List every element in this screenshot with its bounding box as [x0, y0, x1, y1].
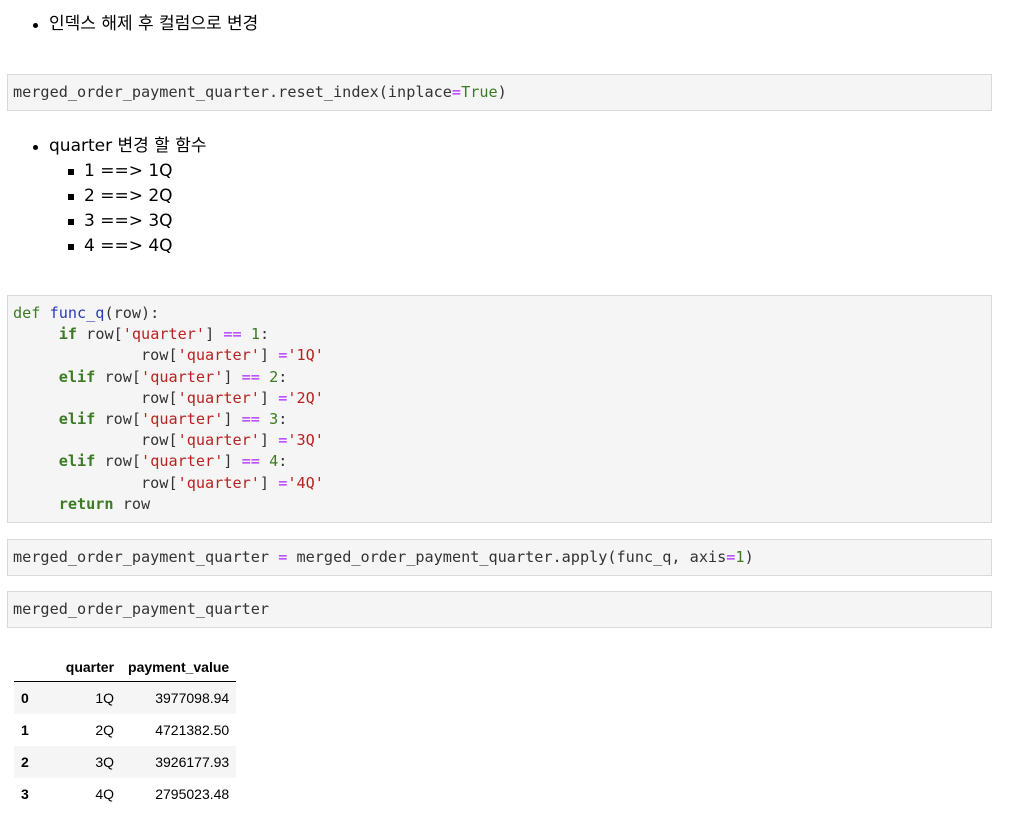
- code-cell-display[interactable]: merged_order_payment_quarter: [7, 591, 992, 629]
- index-header: [14, 653, 59, 682]
- markdown-bullet: 인덱스 해제 후 컬럼으로 변경: [0, 12, 258, 37]
- payment-value-cell: 3977098.94: [155, 690, 230, 706]
- code-line[interactable]: merged_order_payment_quarter.reset_index…: [8, 75, 991, 110]
- markdown-sub-item: 4 ==> 4Q: [0, 234, 207, 259]
- table-row: 0 1Q 3977098.94: [14, 681, 237, 714]
- table-row: 3 4Q 2795023.48: [14, 778, 236, 810]
- code-cell-reset-index[interactable]: merged_order_payment_quarter.reset_index…: [7, 74, 992, 112]
- payment-value-cell: 3926177.93: [155, 754, 230, 770]
- table-header-row: quarter payment_value: [14, 653, 237, 682]
- markdown-sub-item: 3 ==> 3Q: [0, 209, 207, 234]
- markdown-bullet: quarter 변경 할 함수: [0, 134, 207, 159]
- table-row: 2 3Q 3926177.93: [14, 746, 237, 778]
- quarter-cell: 3Q: [95, 754, 115, 770]
- column-header: payment_value: [121, 653, 237, 682]
- code-cell-func-q[interactable]: def func_q(row): if row['quarter'] == 1:…: [7, 295, 992, 524]
- row-index: 1: [21, 722, 29, 738]
- markdown-sub-item: 1 ==> 1Q: [0, 159, 207, 184]
- markdown-sub-item: 2 ==> 2Q: [0, 184, 207, 209]
- row-index: 2: [21, 754, 29, 770]
- payment-value-cell: 4721382.50: [155, 722, 230, 738]
- payment-value-cell: 2795023.48: [155, 786, 230, 802]
- quarter-cell: 4Q: [95, 786, 115, 802]
- row-index: 3: [21, 786, 29, 802]
- markdown-cell-1: 인덱스 해제 후 컬럼으로 변경: [0, 12, 258, 37]
- code-line[interactable]: merged_order_payment_quarter: [8, 592, 991, 627]
- code-block[interactable]: def func_q(row): if row['quarter'] == 1:…: [8, 296, 991, 522]
- code-cell-apply[interactable]: merged_order_payment_quarter = merged_or…: [7, 539, 992, 577]
- quarter-cell: 1Q: [95, 690, 115, 706]
- code-line[interactable]: merged_order_payment_quarter = merged_or…: [8, 540, 991, 575]
- table-row: 1 2Q 4721382.50: [14, 714, 236, 746]
- dataframe-output: quarter payment_value 0 1Q 3977098.94 1 …: [14, 653, 237, 810]
- markdown-cell-2: quarter 변경 할 함수 1 ==> 1Q 2 ==> 2Q 3 ==> …: [0, 134, 207, 259]
- quarter-cell: 2Q: [95, 722, 115, 738]
- row-index: 0: [21, 690, 29, 706]
- column-header: quarter: [58, 653, 122, 682]
